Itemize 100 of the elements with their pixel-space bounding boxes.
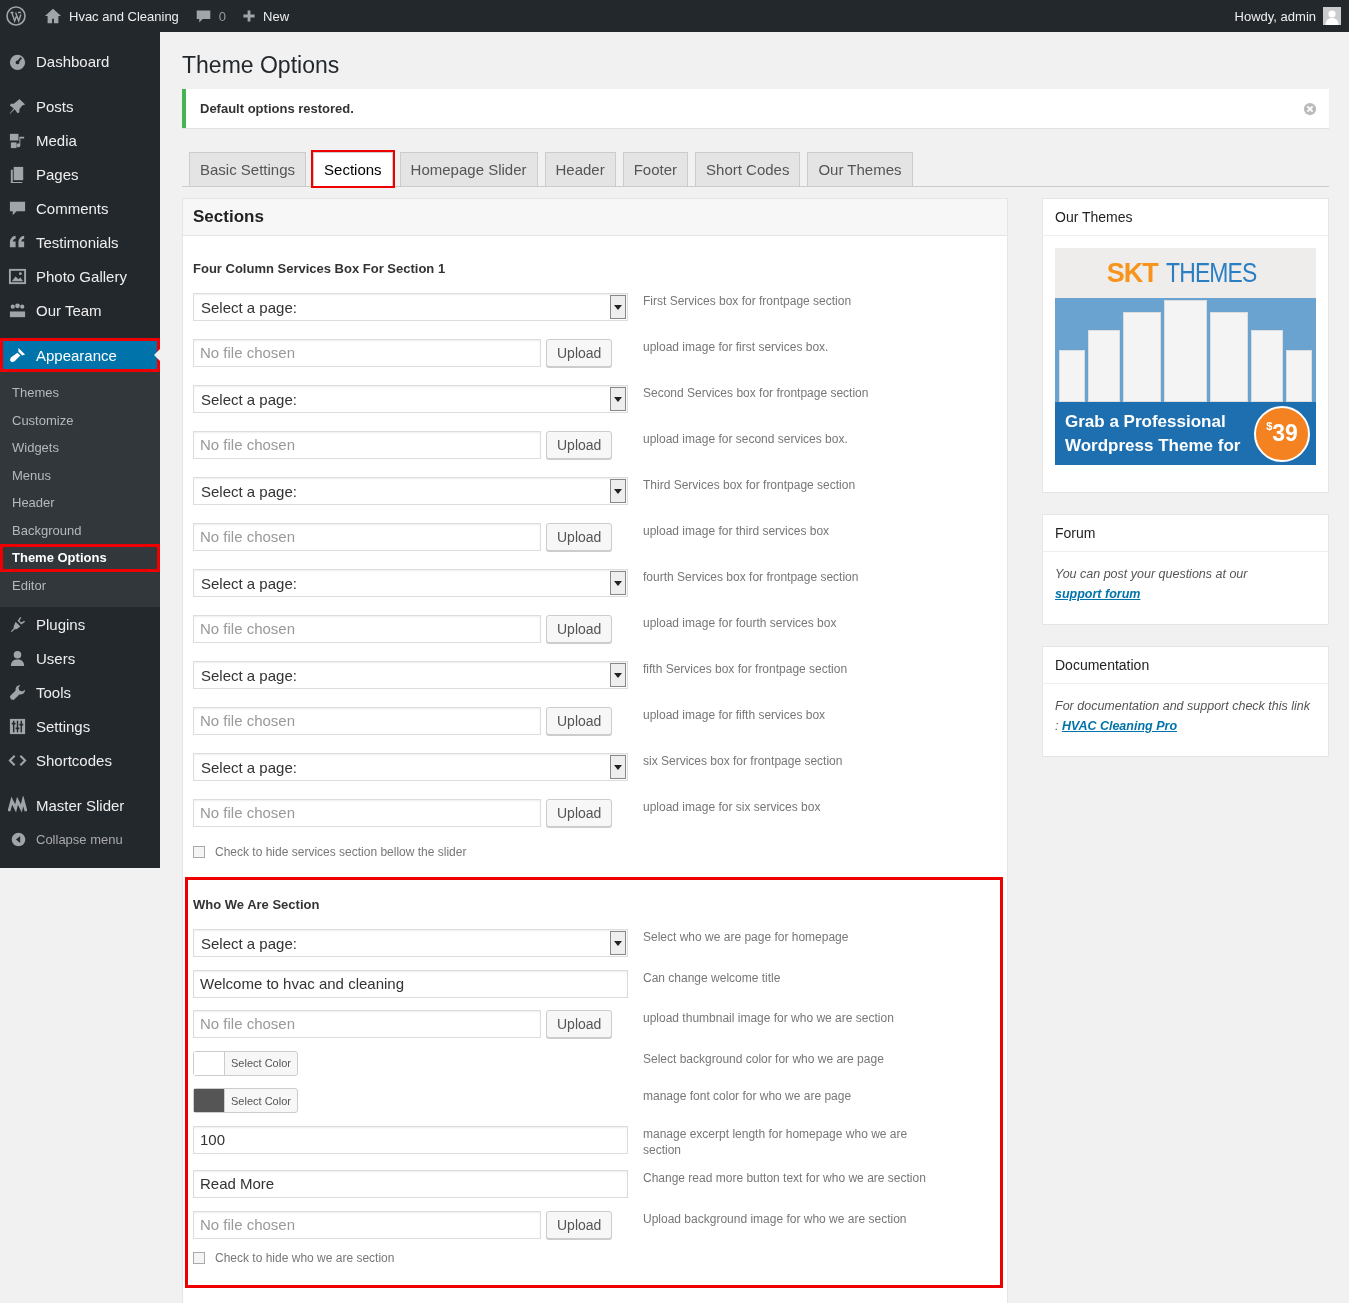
submenu-item[interactable]: Menus xyxy=(0,461,160,489)
text-field[interactable]: Welcome to hvac and cleaning xyxy=(193,969,628,998)
tab[interactable]: Basic Settings xyxy=(189,152,307,186)
menu-item[interactable]: Plugins xyxy=(0,607,160,641)
wordpress-logo-icon[interactable] xyxy=(6,6,26,26)
upload-button[interactable]: Upload xyxy=(546,707,613,735)
upload-button[interactable]: Upload xyxy=(546,431,613,459)
paintbrush-icon xyxy=(8,345,27,365)
field-description: Select who we are page for homepage xyxy=(643,929,850,945)
widget-link[interactable]: HVAC Cleaning Pro xyxy=(1061,719,1177,733)
upload-button[interactable]: Upload xyxy=(546,339,613,367)
field-description: fifth Services box for frontpage section xyxy=(643,661,849,677)
menu-item[interactable]: Posts xyxy=(0,89,160,123)
tab[interactable]: Short Codes xyxy=(695,152,801,186)
field-description: upload thumbnail image for who we are section xyxy=(643,1010,895,1026)
page-select[interactable]: Select a page: xyxy=(193,661,628,689)
upload-button[interactable]: Upload xyxy=(546,523,613,551)
menu-item[interactable]: Testimonials xyxy=(0,225,160,259)
panel-title: Sections xyxy=(183,199,1007,236)
promo-banner[interactable]: SKT THEMES Grab a Professional Wordpress Theme for $39 xyxy=(1055,248,1316,465)
menu-item[interactable]: Shortcodes xyxy=(0,743,160,777)
field-description: upload image for fifth services box xyxy=(643,707,827,723)
page-select[interactable]: Select a page: xyxy=(193,385,628,413)
menu-item[interactable]: Pages xyxy=(0,157,160,191)
price-amount: 39 xyxy=(1272,420,1298,447)
page-select[interactable]: Select a page: xyxy=(193,293,628,321)
field-description: manage excerpt length for homepage who we are section xyxy=(643,1125,909,1158)
plug-icon xyxy=(8,614,27,634)
menu-item[interactable]: Dashboard xyxy=(0,44,160,78)
field-description: upload image for fourth services box xyxy=(643,615,838,631)
dismiss-icon[interactable] xyxy=(1303,101,1317,116)
field-description: Second Services box for frontpage section xyxy=(643,385,870,401)
upload-button[interactable]: Upload xyxy=(546,799,613,827)
text-field[interactable]: Read More xyxy=(193,1170,628,1198)
text-field[interactable]: 100 xyxy=(193,1125,628,1154)
page-select[interactable]: Select a page: xyxy=(193,569,628,597)
menu-item[interactable]: Photo Gallery xyxy=(0,259,160,293)
color-picker-button[interactable]: Select Color xyxy=(193,1088,298,1113)
menu-item[interactable]: Tools xyxy=(0,675,160,709)
account-link[interactable]: Howdy, admin xyxy=(1234,7,1341,25)
menu-item[interactable]: Master Slider xyxy=(0,788,160,822)
new-content-link[interactable]: New xyxy=(242,8,290,24)
notice-message: Default options restored. xyxy=(200,101,355,116)
field-description: upload image for second services box. xyxy=(643,431,849,447)
field-description: fourth Services box for frontpage section xyxy=(643,569,860,585)
menu-pointer-icon xyxy=(154,349,160,361)
pushpin-icon xyxy=(8,96,27,116)
page-select[interactable]: Select a page: xyxy=(193,753,628,781)
picture-frame-icon xyxy=(8,266,27,286)
upload-button[interactable]: Upload xyxy=(546,1010,613,1038)
checkbox-label: Check to hide who we are section xyxy=(215,1251,395,1265)
menu-item[interactable]: Users xyxy=(0,641,160,675)
field-description: Upload background image for who we are section xyxy=(643,1210,908,1227)
left-arrow-circle-icon xyxy=(10,830,27,848)
checkbox-label: Check to hide services section bellow the slider xyxy=(215,845,467,859)
home-icon xyxy=(44,7,62,25)
field-description: Select background color for who we are page xyxy=(643,1050,885,1067)
section-heading: Four Column Services Box For Section 1 xyxy=(193,261,447,276)
checkbox[interactable] xyxy=(193,846,205,858)
field-description: six Services box for frontpage section xyxy=(643,753,844,769)
color-picker-button[interactable]: Select Color xyxy=(193,1050,298,1076)
site-name-link[interactable]: Hvac and Cleaning xyxy=(44,7,179,25)
collapse-menu-button[interactable]: Collapse menu xyxy=(0,822,160,856)
page-select[interactable]: Select a page: xyxy=(193,477,628,505)
submenu-item[interactable]: Editor xyxy=(0,571,160,599)
price-currency: $ xyxy=(1266,419,1273,432)
submenu-item[interactable]: Theme Options xyxy=(0,544,160,572)
tab[interactable]: Sections xyxy=(313,152,393,186)
upload-button[interactable]: Upload xyxy=(546,1210,613,1239)
tab[interactable]: Footer xyxy=(622,152,689,186)
field-description: Third Services box for frontpage section xyxy=(643,477,857,493)
submenu-item[interactable]: Themes xyxy=(0,379,160,407)
menu-item[interactable]: Appearance xyxy=(0,338,160,372)
tab[interactable]: Header xyxy=(544,152,616,186)
field-description: upload image for third services box xyxy=(643,523,831,539)
submenu-item[interactable]: Header xyxy=(0,489,160,517)
menu-item[interactable]: Our Team xyxy=(0,293,160,327)
page-select[interactable]: Select a page: xyxy=(193,929,628,957)
field-description: Change read more button text for who we are section xyxy=(643,1170,927,1186)
tab[interactable]: Our Themes xyxy=(807,152,913,186)
widget-link[interactable]: support forum xyxy=(1055,587,1141,601)
tab[interactable]: Homepage Slider xyxy=(399,152,538,186)
submenu-item[interactable]: Widgets xyxy=(0,434,160,462)
menu-item[interactable]: Media xyxy=(0,123,160,157)
field-description: upload image for first services box. xyxy=(643,339,830,355)
logo-text: SKT xyxy=(1106,257,1158,289)
upload-button[interactable]: Upload xyxy=(546,615,613,643)
comments-link[interactable]: 0 xyxy=(194,7,227,25)
logo-text: THEMES xyxy=(1165,257,1257,289)
sliders-icon xyxy=(8,716,27,736)
field-description: First Services box for frontpage section xyxy=(643,293,853,309)
checkbox[interactable] xyxy=(193,1252,205,1264)
submenu-item[interactable]: Background xyxy=(0,516,160,544)
wave-m-icon xyxy=(8,795,27,815)
menu-item[interactable]: Comments xyxy=(0,191,160,225)
person-icon xyxy=(8,648,27,668)
menu-item[interactable]: Settings xyxy=(0,709,160,743)
widget-title: Forum xyxy=(1043,515,1328,552)
submenu-item[interactable]: Customize xyxy=(0,406,160,434)
plus-icon xyxy=(242,9,257,23)
